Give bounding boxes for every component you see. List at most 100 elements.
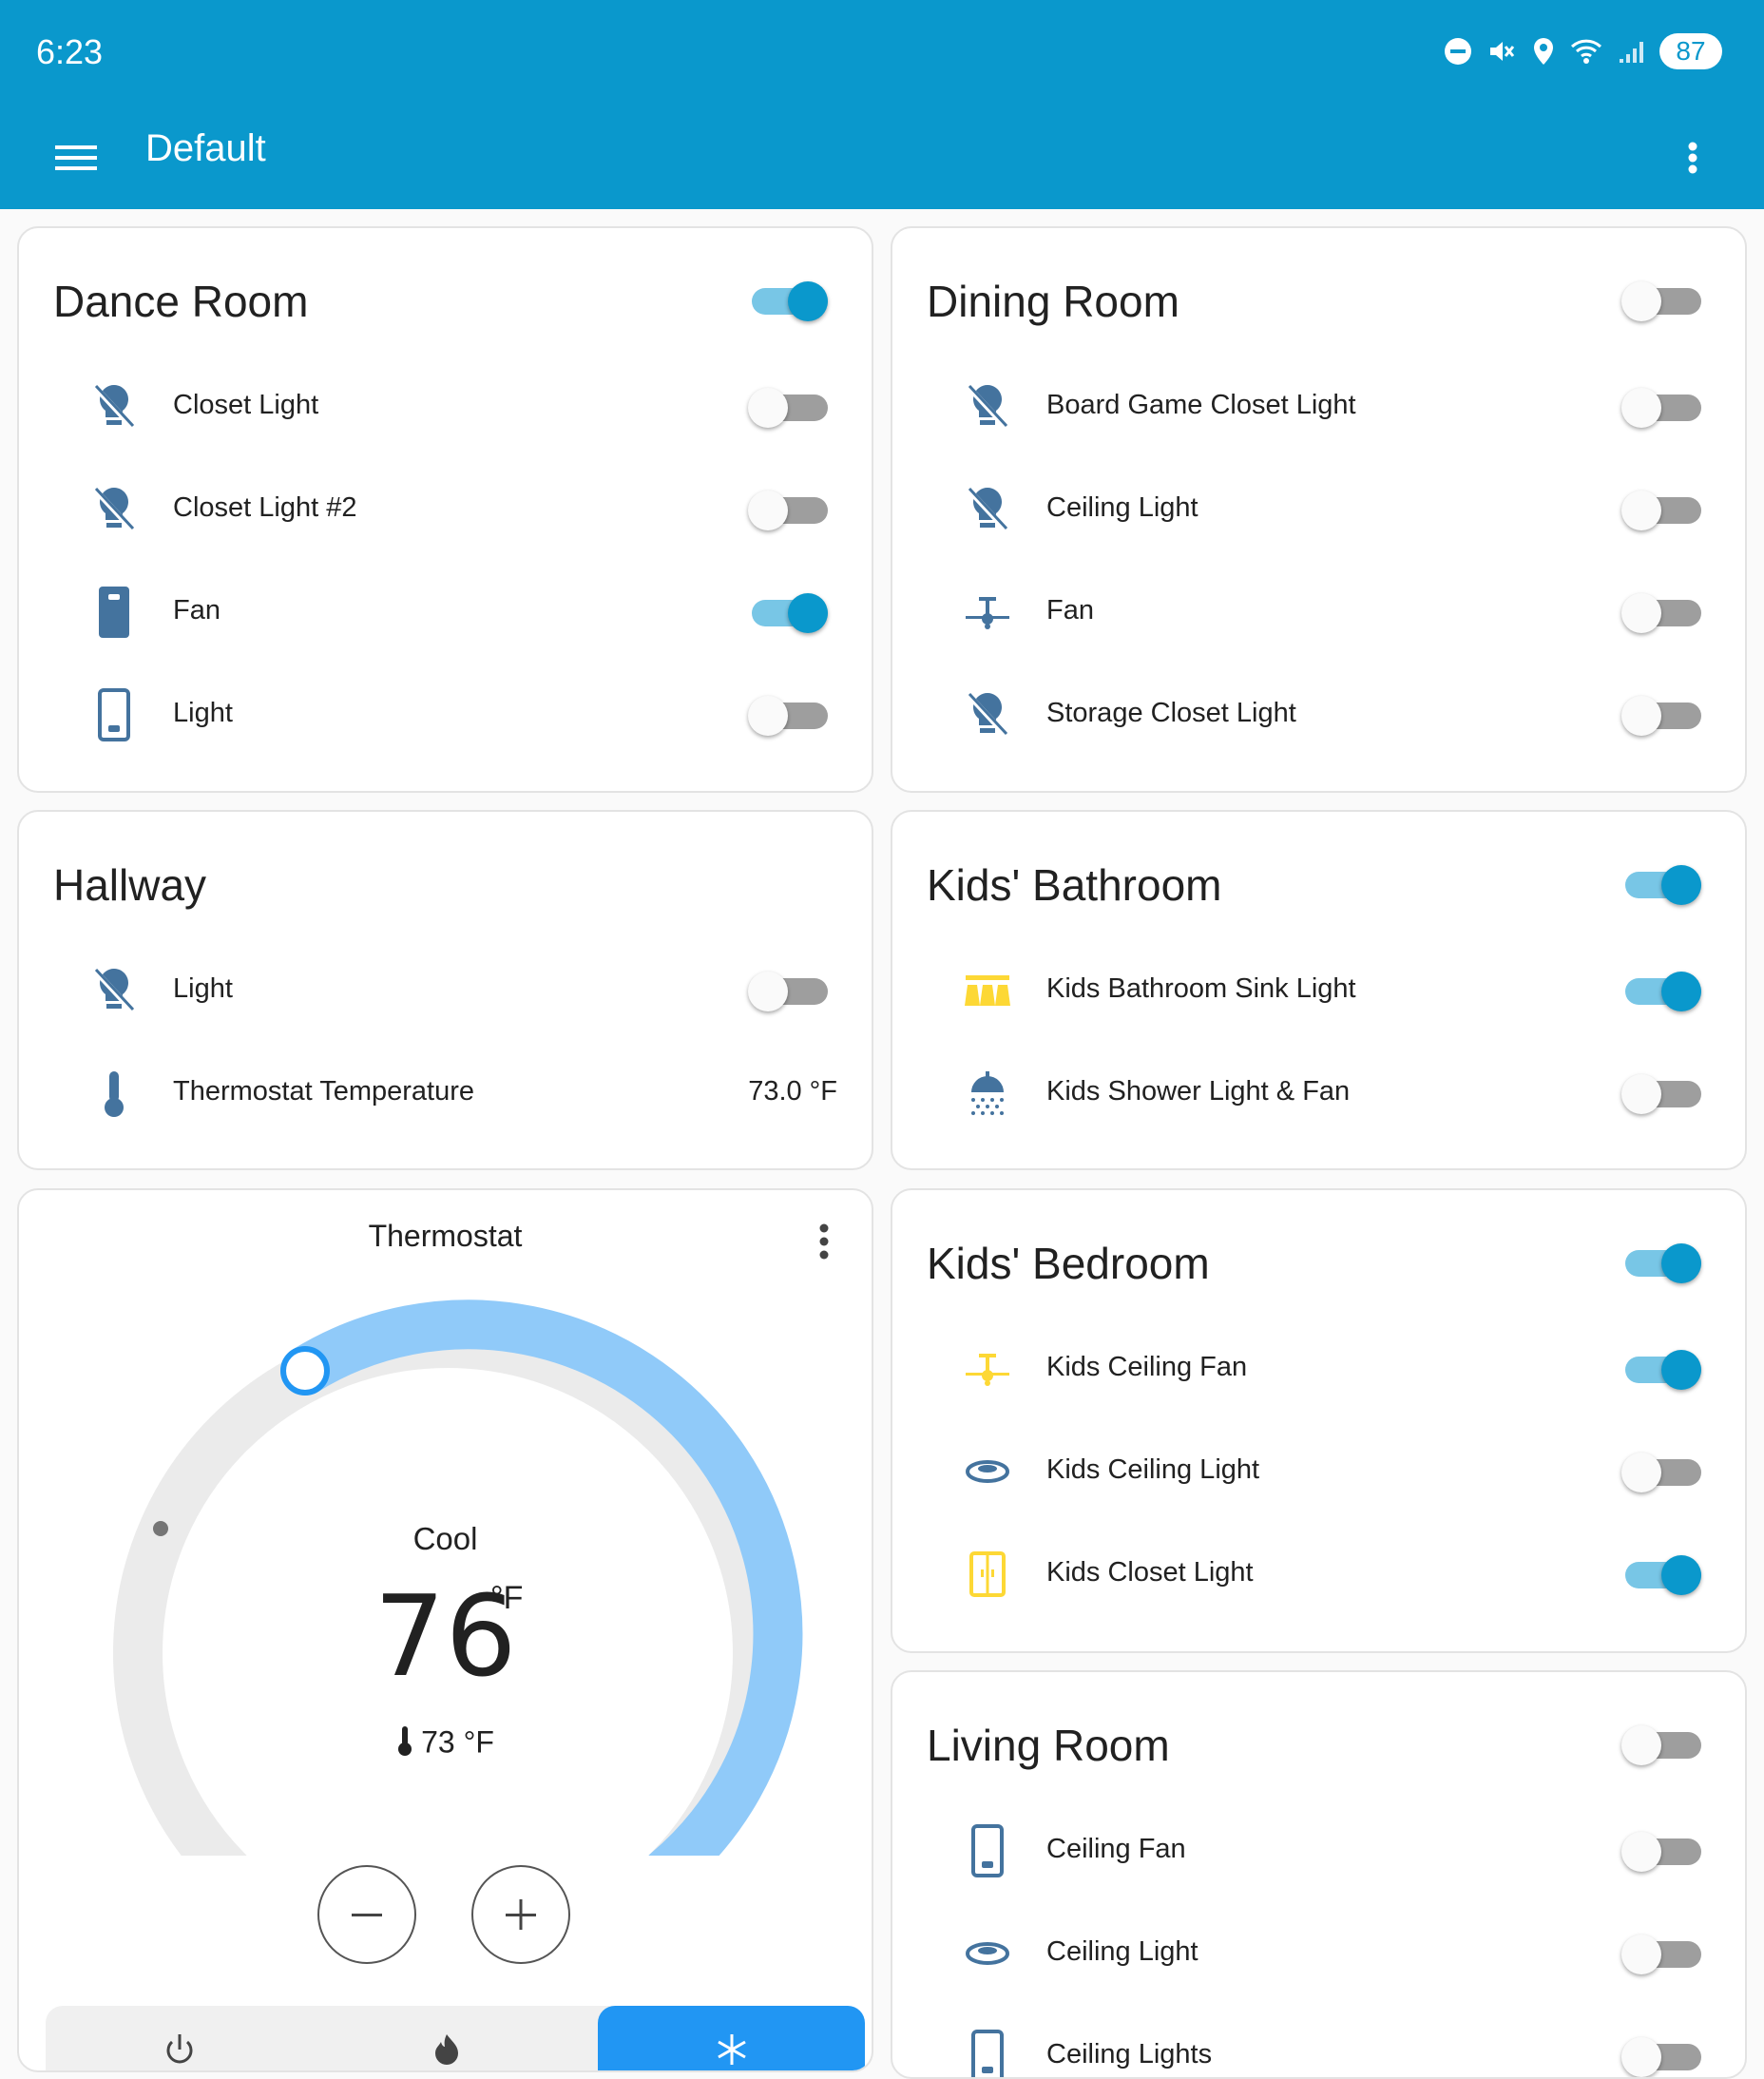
dining-fan-toggle[interactable] — [1621, 584, 1703, 641]
snowflake-icon — [717, 2034, 746, 2065]
more-vert-icon[interactable] — [1678, 129, 1707, 186]
row-label: Light — [173, 973, 233, 1004]
row-label: Board Game Closet Light — [1046, 390, 1356, 420]
kids-bathroom-header-toggle[interactable] — [1621, 856, 1703, 913]
closet-light-toggle[interactable] — [748, 378, 830, 435]
target-unit: °F — [490, 1580, 524, 1616]
row-label: Ceiling Light — [1046, 492, 1198, 523]
living-ceiling-light-toggle[interactable] — [1621, 1925, 1703, 1982]
dial-handle — [280, 1346, 330, 1396]
mode-off-button[interactable] — [46, 2006, 313, 2070]
location-icon — [1530, 36, 1557, 67]
wifi-6-icon — [1570, 36, 1604, 67]
board-game-closet-light-toggle[interactable] — [1621, 378, 1703, 435]
fire-icon — [434, 2034, 458, 2065]
mute-icon — [1486, 36, 1517, 67]
kids-ceiling-fan-toggle[interactable] — [1621, 1340, 1703, 1397]
lightbulb-off-icon[interactable] — [951, 679, 1024, 751]
kids-bathroom-sink-light-toggle[interactable] — [1621, 962, 1703, 1019]
closet-light-2-toggle[interactable] — [748, 481, 830, 538]
hvac-mode-label: Cool — [412, 1521, 478, 1556]
card-title: Kids' Bathroom — [927, 860, 1222, 910]
living-ceiling-lights-toggle[interactable] — [1621, 2028, 1703, 2077]
dance-room-header-toggle[interactable] — [748, 272, 830, 329]
kids-closet-light-toggle[interactable] — [1621, 1546, 1703, 1603]
row-label: Kids Ceiling Light — [1046, 1454, 1260, 1485]
closet-icon[interactable] — [951, 1538, 1024, 1610]
status-bar: 6:23 87 — [0, 0, 1764, 103]
living-ceiling-fan-toggle[interactable] — [1621, 1822, 1703, 1879]
power-icon — [166, 2034, 192, 2064]
status-time: 6:23 — [36, 32, 104, 71]
card-dining-room: Dining Room Board Game Closet Light Ceil… — [891, 226, 1747, 793]
plus-icon — [506, 1899, 536, 1930]
card-living-room: Living Room Ceiling Fan Ceiling Light Ce… — [891, 1670, 1747, 2079]
row-label: Thermostat Temperature — [173, 1076, 474, 1107]
light-switch-on-icon[interactable] — [78, 576, 150, 648]
dnd-icon — [1443, 36, 1473, 67]
ceiling-light-toggle[interactable] — [1621, 481, 1703, 538]
dining-room-header-toggle[interactable] — [1621, 272, 1703, 329]
living-room-header-toggle[interactable] — [1621, 1716, 1703, 1773]
mode-cool-button[interactable] — [598, 2006, 865, 2070]
light-switch-off-icon[interactable] — [78, 679, 150, 751]
hallway-light-toggle[interactable] — [748, 962, 830, 1019]
kids-bedroom-header-toggle[interactable] — [1621, 1234, 1703, 1291]
card-title: Living Room — [927, 1721, 1170, 1770]
increase-temp-button[interactable] — [471, 1865, 570, 1964]
ceiling-light-icon[interactable] — [951, 1917, 1024, 1990]
battery-indicator: 87 — [1659, 33, 1722, 69]
ceiling-light-icon[interactable] — [951, 1435, 1024, 1508]
mode-heat-button[interactable] — [313, 2006, 580, 2070]
card-thermostat: Thermostat Cool 76 °F 73 °F — [17, 1188, 873, 2072]
card-title: Dance Room — [53, 277, 309, 326]
decrease-temp-button[interactable] — [317, 1865, 416, 1964]
row-label: Storage Closet Light — [1046, 698, 1296, 728]
row-label: Ceiling Fan — [1046, 1834, 1186, 1864]
light-switch-off-icon[interactable] — [951, 1815, 1024, 1887]
row-label: Fan — [1046, 595, 1094, 626]
thermometer-icon[interactable] — [78, 1057, 150, 1129]
row-label: Light — [173, 698, 233, 728]
kids-ceiling-light-toggle[interactable] — [1621, 1443, 1703, 1500]
shower-icon[interactable] — [951, 1057, 1024, 1129]
vanity-light-icon[interactable] — [951, 954, 1024, 1027]
thermometer-icon — [396, 1724, 413, 1764]
thermostat-temperature-value: 73.0 °F — [748, 1076, 837, 1107]
card-kids-bathroom: Kids' Bathroom Kids Bathroom Sink Light … — [891, 810, 1747, 1170]
kids-shower-light-fan-toggle[interactable] — [1621, 1065, 1703, 1122]
row-label: Closet Light #2 — [173, 492, 357, 523]
target-temp-wrap: 76 — [19, 1570, 872, 1702]
row-label: Fan — [173, 595, 220, 626]
signal-icon — [1618, 36, 1646, 67]
light-toggle[interactable] — [748, 686, 830, 743]
page-title: Default — [145, 127, 266, 169]
ceiling-fan-icon[interactable] — [951, 1333, 1024, 1405]
fan-toggle[interactable] — [748, 584, 830, 641]
storage-closet-light-toggle[interactable] — [1621, 686, 1703, 743]
menu-icon[interactable] — [48, 129, 105, 186]
minus-icon — [352, 1914, 382, 1916]
row-label: Kids Closet Light — [1046, 1557, 1254, 1588]
lightbulb-off-icon[interactable] — [78, 473, 150, 546]
card-title: Kids' Bedroom — [927, 1239, 1210, 1288]
card-hallway: Hallway Light Thermostat Temperature 73.… — [17, 810, 873, 1170]
card-title: Dining Room — [927, 277, 1179, 326]
hvac-mode-bar — [46, 2006, 865, 2070]
lightbulb-off-icon[interactable] — [951, 473, 1024, 546]
ceiling-fan-icon[interactable] — [951, 576, 1024, 648]
row-label: Kids Shower Light & Fan — [1046, 1076, 1351, 1107]
row-label: Kids Bathroom Sink Light — [1046, 973, 1356, 1004]
current-temperature-value: 73 °F — [421, 1724, 494, 1760]
lightbulb-off-icon[interactable] — [951, 371, 1024, 443]
row-label: Closet Light — [173, 390, 319, 420]
app-bar: Default — [0, 103, 1764, 209]
card-kids-bedroom: Kids' Bedroom Kids Ceiling Fan Kids Ceil… — [891, 1188, 1747, 1653]
lightbulb-off-icon[interactable] — [78, 371, 150, 443]
lightbulb-off-icon[interactable] — [78, 954, 150, 1027]
status-icons: 87 — [1443, 29, 1722, 74]
row-label: Ceiling Lights — [1046, 2039, 1213, 2069]
light-switch-off-icon[interactable] — [951, 2020, 1024, 2077]
row-label: Kids Ceiling Fan — [1046, 1352, 1248, 1382]
row-label: Ceiling Light — [1046, 1936, 1198, 1967]
